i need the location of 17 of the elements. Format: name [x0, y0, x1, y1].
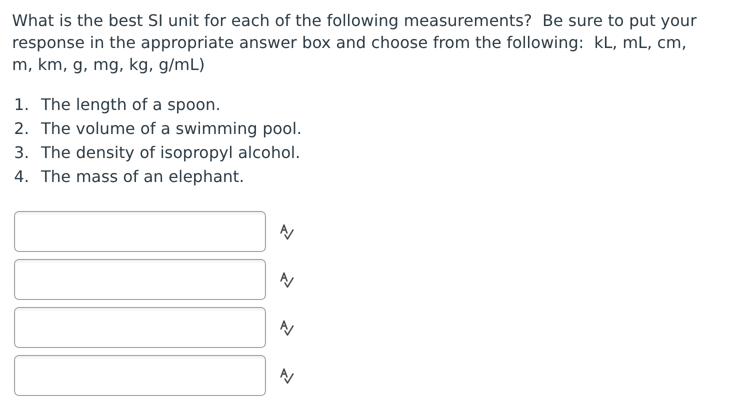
spellcheck-icon[interactable]: [280, 320, 294, 336]
question-text: What is the best SI unit for each of the following measurements? Be sure to put your response in the appropriate answer box and choose from the following: kL, mL, cm, m, km, g, mg, kg, g/mL): [12, 10, 698, 76]
spellcheck-icon[interactable]: [280, 272, 294, 288]
list-item-text: The mass of an elephant.: [41, 166, 244, 188]
answer-field[interactable]: [14, 259, 266, 300]
list-item-text: The volume of a swimming pool.: [41, 118, 302, 140]
list-item-text: The length of a spoon.: [41, 94, 221, 116]
answer-field[interactable]: [14, 355, 266, 396]
list-item-text: The density of isopropyl alcohol.: [41, 142, 300, 164]
answer-field[interactable]: [14, 307, 266, 348]
list-number: 4.: [13, 166, 30, 188]
list-number: 1.: [13, 94, 30, 116]
list-number: 2.: [13, 118, 30, 140]
list-number: 3.: [13, 142, 30, 164]
spellcheck-icon[interactable]: [280, 224, 294, 240]
answer-field[interactable]: [14, 211, 266, 252]
spellcheck-icon[interactable]: [280, 368, 294, 384]
